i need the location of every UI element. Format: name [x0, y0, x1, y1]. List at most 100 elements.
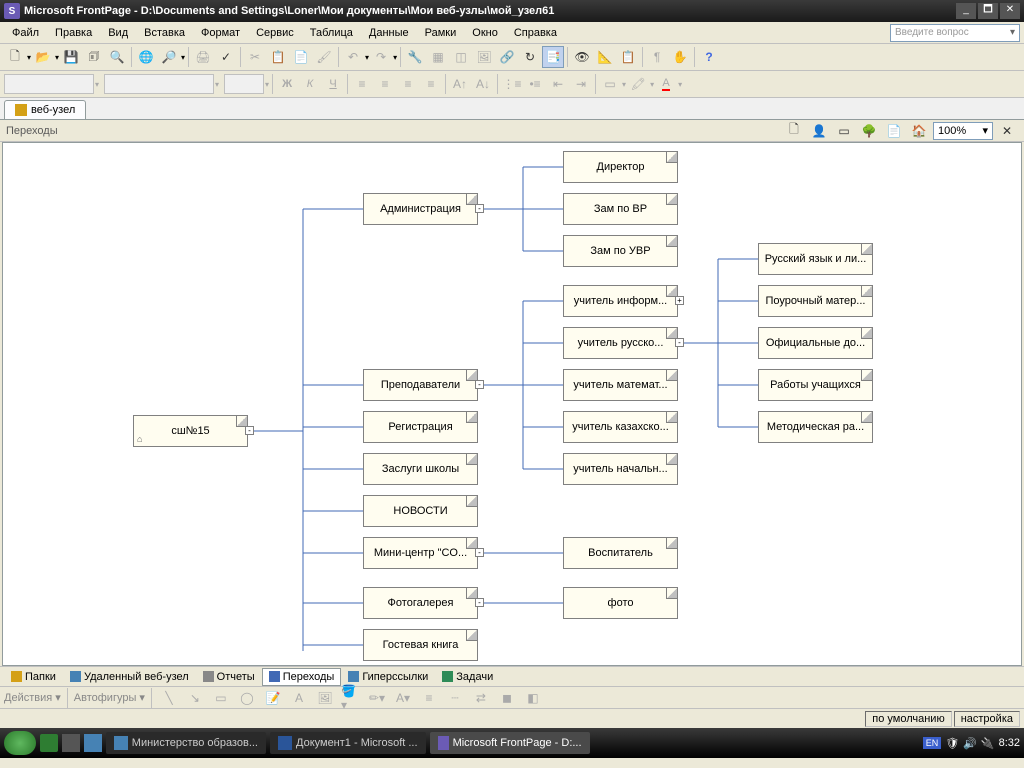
- fontsize-down-button[interactable]: A↓: [472, 73, 494, 95]
- line-icon[interactable]: ╲: [158, 687, 180, 709]
- collapse-icon[interactable]: -: [475, 380, 484, 389]
- node-admin[interactable]: Администрация-: [363, 193, 478, 225]
- menu-view[interactable]: Вид: [100, 25, 136, 41]
- link-button[interactable]: 🔗: [496, 46, 518, 68]
- fontcolor-button[interactable]: A: [655, 73, 677, 95]
- menu-edit[interactable]: Правка: [47, 25, 100, 41]
- dash-icon[interactable]: ┈: [444, 687, 466, 709]
- textbox-icon[interactable]: 📝: [262, 687, 284, 709]
- collapse-icon[interactable]: -: [475, 204, 484, 213]
- help-question-input[interactable]: Введите вопрос: [890, 24, 1020, 42]
- collapse-icon[interactable]: -: [475, 598, 484, 607]
- collapse-icon[interactable]: -: [245, 426, 254, 435]
- print-button[interactable]: 🖨: [192, 46, 214, 68]
- node-teach-elem[interactable]: учитель начальн...: [563, 453, 678, 485]
- autoshapes-menu[interactable]: Автофигуры ▾: [74, 691, 145, 704]
- cut-button[interactable]: ✂: [244, 46, 266, 68]
- linewidth-icon[interactable]: ≡: [418, 687, 440, 709]
- node-teach-inform[interactable]: учитель информ...+: [563, 285, 678, 317]
- tray-icon[interactable]: 🔌: [981, 737, 995, 750]
- copy-button[interactable]: 📋: [267, 46, 289, 68]
- tray-icon[interactable]: 🛡: [945, 737, 959, 750]
- node-minicenter[interactable]: Мини-центр "CO...-: [363, 537, 478, 569]
- outdent-button[interactable]: ⇤: [547, 73, 569, 95]
- saveall-button[interactable]: 🗊: [83, 46, 105, 68]
- collapse-icon[interactable]: -: [675, 338, 684, 347]
- task-word[interactable]: Документ1 - Microsoft ...: [270, 732, 426, 754]
- view-subtree-icon[interactable]: 🏠: [908, 120, 930, 142]
- node-russ-5[interactable]: Методическая ра...: [758, 411, 873, 443]
- node-guestbook[interactable]: Гостевая книга: [363, 629, 478, 661]
- showall-button[interactable]: 👁: [571, 46, 593, 68]
- node-merits[interactable]: Заслуги школы: [363, 453, 478, 485]
- save-button[interactable]: 💾: [60, 46, 82, 68]
- menu-data[interactable]: Данные: [361, 25, 417, 41]
- node-vospit[interactable]: Воспитатель: [563, 537, 678, 569]
- actions-menu[interactable]: Действия ▾: [4, 691, 61, 704]
- align-left-button[interactable]: ≡: [351, 73, 373, 95]
- collapse-icon[interactable]: -: [475, 548, 484, 557]
- indent-button[interactable]: ⇥: [570, 73, 592, 95]
- oval-icon[interactable]: ◯: [236, 687, 258, 709]
- align-center-button[interactable]: ≡: [374, 73, 396, 95]
- node-teach-russ[interactable]: учитель русско...-: [563, 327, 678, 359]
- bold-button[interactable]: Ж: [276, 73, 298, 95]
- start-button[interactable]: [4, 731, 36, 755]
- node-registration[interactable]: Регистрация: [363, 411, 478, 443]
- quicklaunch-icon[interactable]: [62, 734, 80, 752]
- undo-button[interactable]: ↶: [342, 46, 364, 68]
- node-teach-kaz[interactable]: учитель казахско...: [563, 411, 678, 443]
- para-button[interactable]: ¶: [646, 46, 668, 68]
- node-teach-math[interactable]: учитель математ...: [563, 369, 678, 401]
- view-tab-remote[interactable]: Удаленный веб-узел: [63, 668, 196, 686]
- navigation-canvas[interactable]: сш№15 ⌂ - Администрация- Преподаватели- …: [2, 142, 1022, 666]
- view-tab-navigation[interactable]: Переходы: [262, 668, 342, 686]
- node-gallery[interactable]: Фотогалерея-: [363, 587, 478, 619]
- clock[interactable]: 8:32: [999, 737, 1020, 749]
- refresh-button[interactable]: ↻: [519, 46, 541, 68]
- close-button[interactable]: ✕: [1000, 3, 1020, 19]
- node-russ-1[interactable]: Русский язык и ли...: [758, 243, 873, 275]
- node-root[interactable]: сш№15 ⌂ -: [133, 415, 248, 447]
- view-tab-reports[interactable]: Отчеты: [196, 668, 262, 686]
- align-right-button[interactable]: ≡: [397, 73, 419, 95]
- fontsize-up-button[interactable]: A↑: [449, 73, 471, 95]
- image-button[interactable]: 🖼: [473, 46, 495, 68]
- arrowstyle-icon[interactable]: ⇄: [470, 687, 492, 709]
- task-ministry[interactable]: Министерство образов...: [106, 732, 266, 754]
- bullist-button[interactable]: •≡: [524, 73, 546, 95]
- webcomp-button[interactable]: 🔧: [404, 46, 426, 68]
- menu-service[interactable]: Сервис: [248, 25, 302, 41]
- node-teachers[interactable]: Преподаватели-: [363, 369, 478, 401]
- expand-icon[interactable]: +: [675, 296, 684, 305]
- rect-icon[interactable]: ▭: [210, 687, 232, 709]
- wordart-icon[interactable]: A: [288, 687, 310, 709]
- help-button[interactable]: ?: [698, 46, 720, 68]
- menu-help[interactable]: Справка: [506, 25, 565, 41]
- zoom-select[interactable]: 100%▾: [933, 122, 993, 140]
- align-justify-button[interactable]: ≡: [420, 73, 442, 95]
- ruler-button[interactable]: 📐: [594, 46, 616, 68]
- menu-frames[interactable]: Рамки: [417, 25, 465, 41]
- newpage-icon[interactable]: 🗋: [783, 120, 805, 142]
- included-icon[interactable]: 📄: [883, 120, 905, 142]
- preview-button[interactable]: 🔎: [158, 46, 180, 68]
- close-view-button[interactable]: ✕: [996, 120, 1018, 142]
- table-button[interactable]: ▦: [427, 46, 449, 68]
- paste-button[interactable]: 📄: [290, 46, 312, 68]
- status-default[interactable]: по умолчанию: [865, 711, 951, 727]
- status-custom[interactable]: настройка: [954, 711, 1020, 727]
- brush-button[interactable]: 🖌: [313, 46, 335, 68]
- fontcolor2-icon[interactable]: A▾: [392, 687, 414, 709]
- menu-format[interactable]: Формат: [193, 25, 248, 41]
- menu-table[interactable]: Таблица: [302, 25, 361, 41]
- shadow-icon[interactable]: ◼: [496, 687, 518, 709]
- menu-window[interactable]: Окно: [464, 25, 506, 41]
- quicklaunch-ie-icon[interactable]: [84, 734, 102, 752]
- node-news[interactable]: НОВОСТИ: [363, 495, 478, 527]
- addpage-icon[interactable]: 👤: [808, 120, 830, 142]
- stop-button[interactable]: 📑: [542, 46, 564, 68]
- node-zamuvr[interactable]: Зам по УВР: [563, 235, 678, 267]
- search-button[interactable]: 🔍: [106, 46, 128, 68]
- arrow-icon[interactable]: ↘: [184, 687, 206, 709]
